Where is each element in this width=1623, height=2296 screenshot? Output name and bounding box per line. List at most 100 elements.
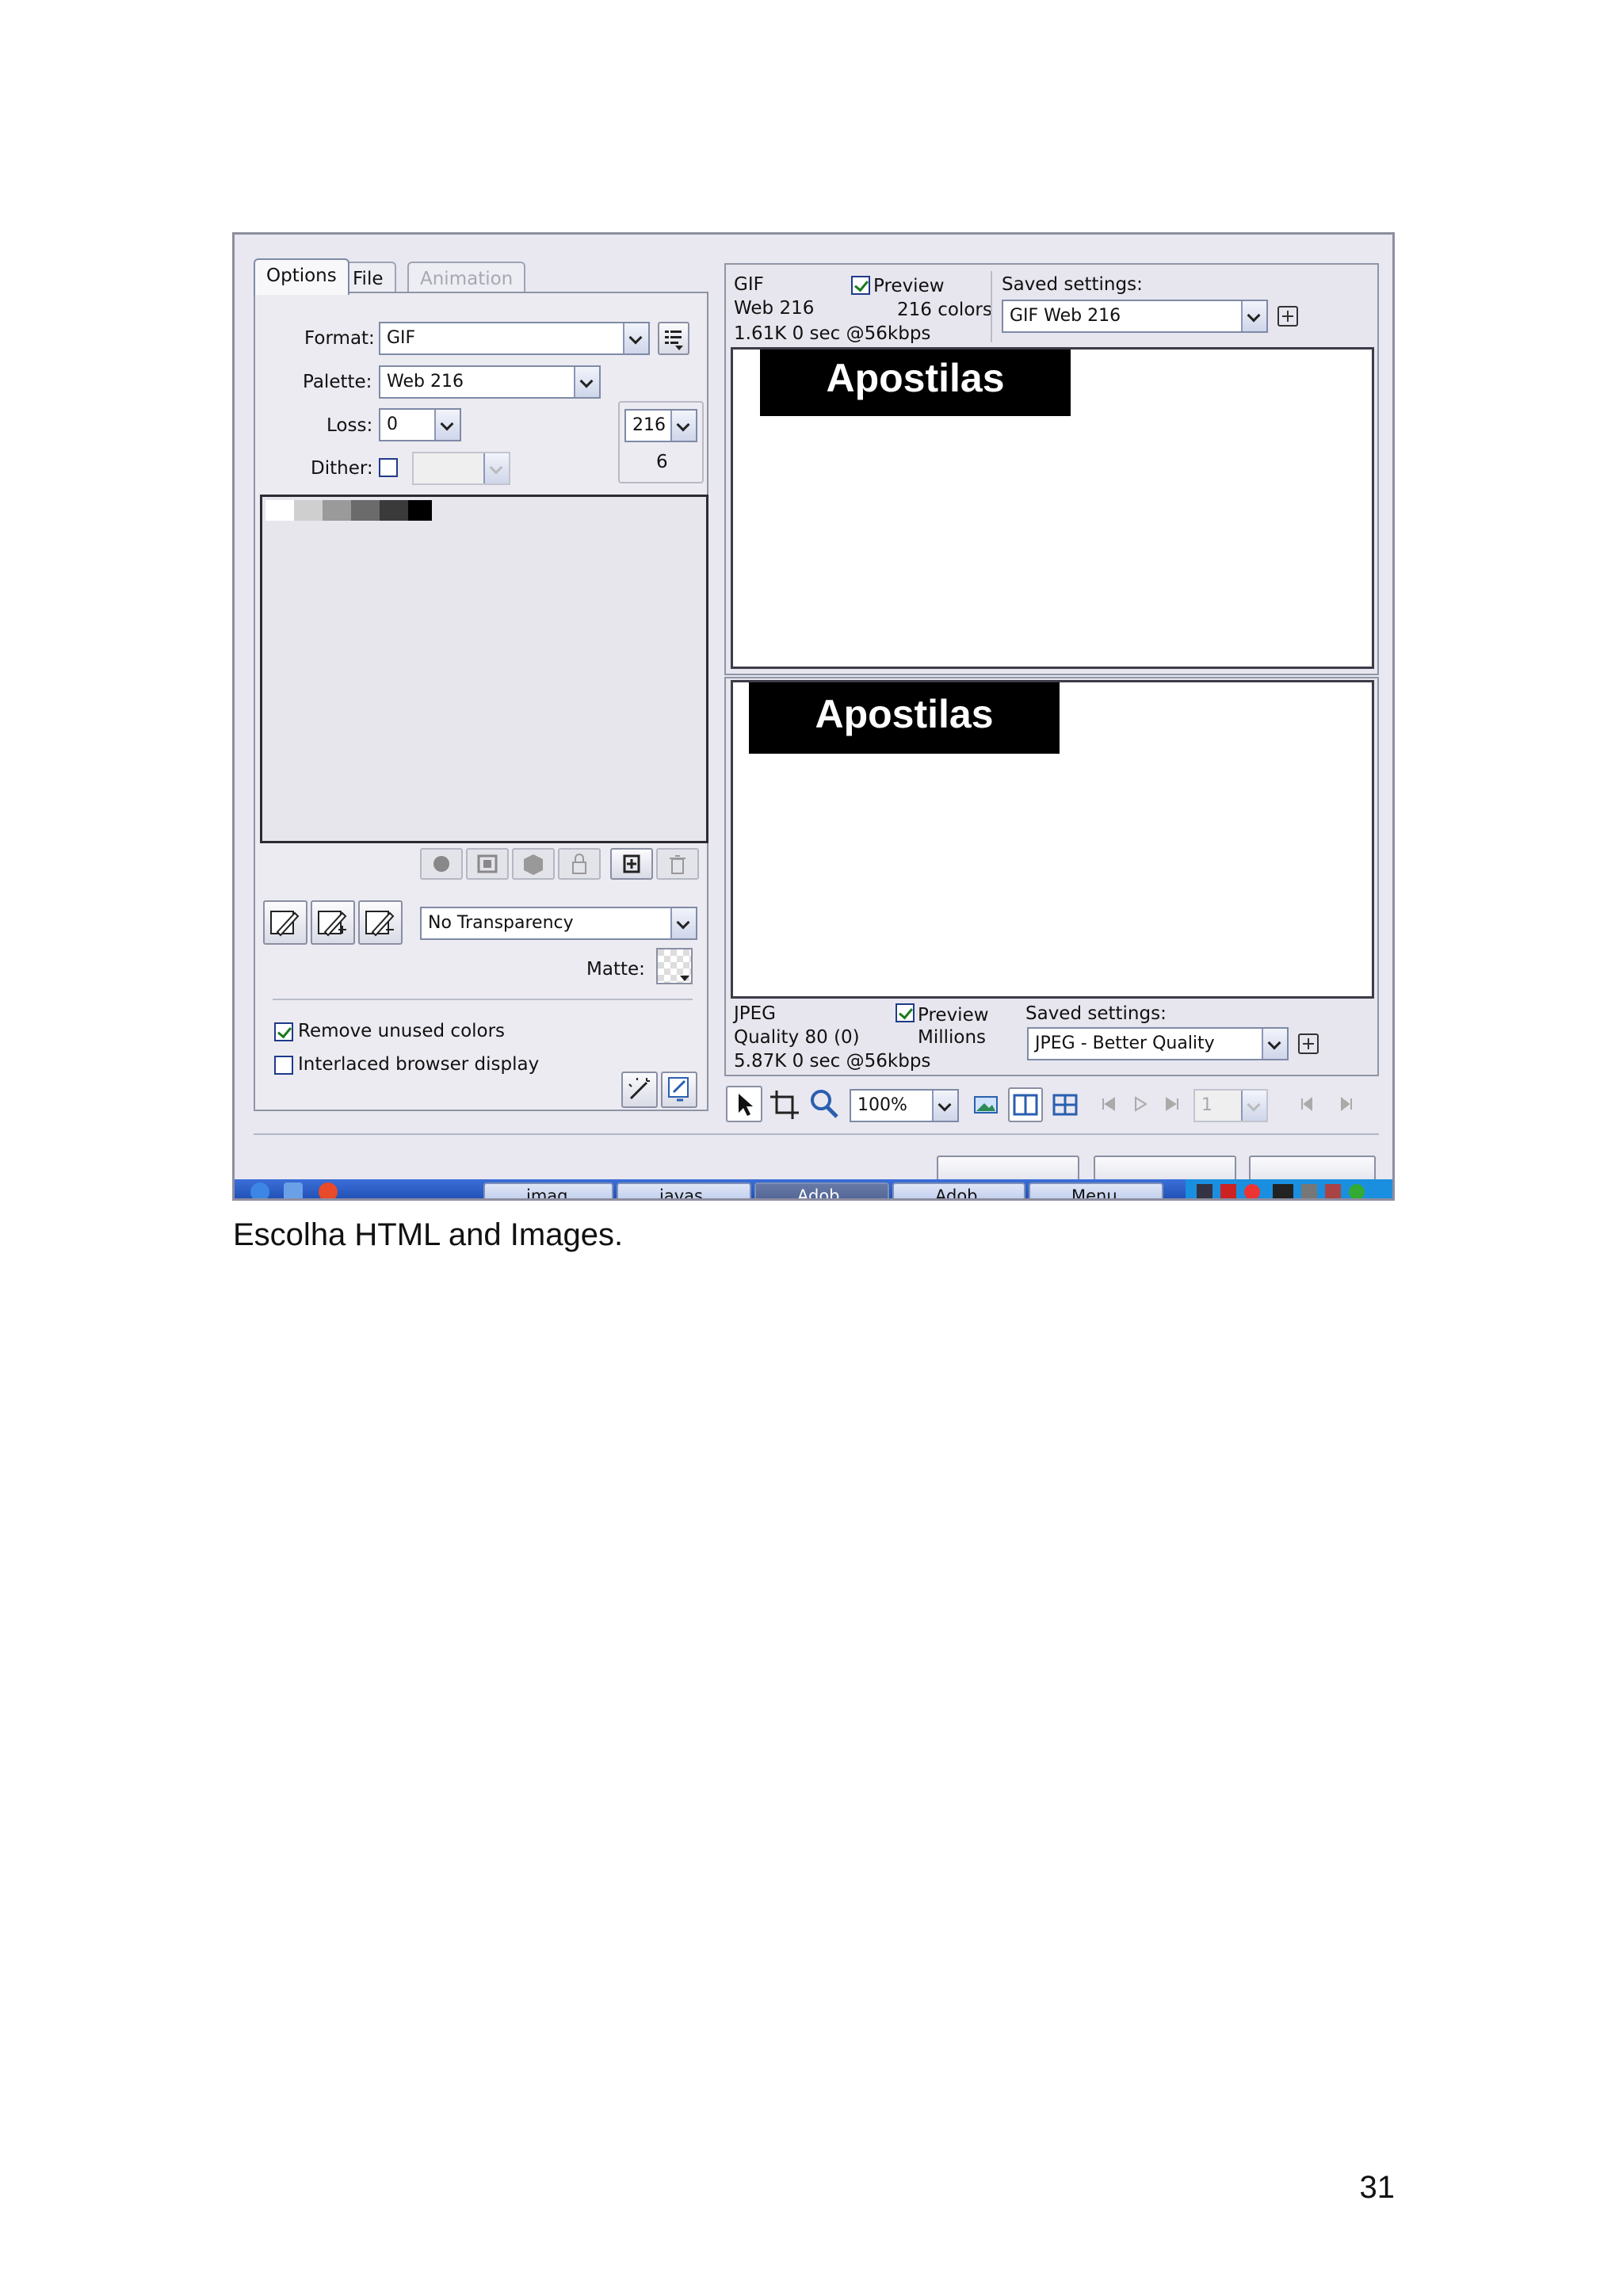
crop-tool-button[interactable] <box>767 1086 802 1122</box>
jpeg-quality: Quality 80 (0) <box>734 1027 860 1048</box>
tray-icon[interactable] <box>1244 1184 1260 1198</box>
lock-icon <box>572 854 586 874</box>
add-preset-icon[interactable] <box>1277 306 1298 327</box>
frame-select[interactable]: 1 <box>1193 1089 1268 1122</box>
gif-format: GIF <box>734 274 764 295</box>
lock-color-button[interactable] <box>420 848 463 880</box>
delete-color-button[interactable] <box>656 848 699 880</box>
chevron-down-icon[interactable] <box>574 367 599 397</box>
previous-frame-icon[interactable] <box>1295 1092 1319 1116</box>
swatch[interactable] <box>380 500 408 521</box>
export-dialog-screenshot: Options File Animation Format: GIF Palet… <box>232 232 1395 1201</box>
taskbar-item[interactable]: imag <box>483 1182 613 1198</box>
chevron-down-icon[interactable] <box>434 410 460 440</box>
palette-menu-button[interactable] <box>658 322 689 355</box>
tray-icon[interactable] <box>1349 1184 1365 1198</box>
play-icon[interactable] <box>1128 1092 1152 1116</box>
jpeg-preview-checkbox[interactable] <box>896 1003 915 1022</box>
wizard-button[interactable] <box>621 1072 658 1108</box>
dither-amount[interactable] <box>412 452 510 485</box>
palette-label: Palette: <box>303 372 372 392</box>
add-transparency-button[interactable] <box>311 900 355 945</box>
eyedropper-icon <box>270 911 300 937</box>
loss-label: Loss: <box>327 415 373 436</box>
remove-transparency-button[interactable] <box>358 900 403 945</box>
triangle-down-icon <box>680 976 689 981</box>
matte-label: Matte: <box>586 959 645 980</box>
cube-icon <box>524 854 543 875</box>
tab-options[interactable]: Options <box>254 258 349 295</box>
jpeg-saved-settings-select[interactable]: JPEG - Better Quality <box>1027 1027 1289 1060</box>
taskbar-item[interactable]: Menu <box>1029 1182 1163 1198</box>
lock-button[interactable] <box>558 848 601 880</box>
tray-icon[interactable] <box>1325 1184 1341 1198</box>
matte-swatch[interactable] <box>656 948 693 984</box>
media-player-icon[interactable] <box>319 1182 338 1198</box>
eyedropper-minus-icon <box>365 911 395 937</box>
taskbar: imag javas Adob Adob Menu <box>235 1179 1392 1198</box>
jpeg-saved-settings-value: JPEG - Better Quality <box>1035 1033 1215 1053</box>
jpeg-stats: 5.87K 0 sec @56kbps <box>734 1051 931 1072</box>
gif-preview-image[interactable]: Apostilas <box>731 347 1374 669</box>
frame-value: 1 <box>1201 1095 1212 1115</box>
colors-select[interactable]: 216 <box>624 409 697 442</box>
pointer-icon <box>739 1094 753 1116</box>
swatch[interactable] <box>408 500 432 521</box>
optimize-size-button[interactable] <box>661 1072 697 1108</box>
transparency-select[interactable]: No Transparency <box>420 907 697 940</box>
swatch[interactable] <box>265 500 294 521</box>
remove-unused-checkbox[interactable] <box>274 1022 293 1041</box>
transparent-button[interactable] <box>512 848 555 880</box>
gif-preview-label: Preview <box>873 276 945 296</box>
gif-stats: 1.61K 0 sec @56kbps <box>734 323 931 344</box>
chevron-down-icon[interactable] <box>932 1091 957 1121</box>
tray-icon[interactable] <box>1220 1184 1236 1198</box>
chevron-down-icon[interactable] <box>670 908 696 938</box>
web-snap-button[interactable] <box>466 848 509 880</box>
transparency-value: No Transparency <box>428 913 574 933</box>
gif-saved-settings-select[interactable]: GIF Web 216 <box>1002 300 1268 333</box>
ie-icon[interactable] <box>250 1182 269 1198</box>
signal-icon[interactable] <box>1273 1184 1293 1198</box>
swatch[interactable] <box>294 500 323 521</box>
taskbar-item[interactable]: Adob <box>892 1182 1025 1198</box>
taskbar-item[interactable]: Adob <box>754 1182 889 1198</box>
dither-checkbox[interactable] <box>379 458 398 477</box>
single-view-button[interactable] <box>970 1089 1002 1121</box>
palette-select[interactable]: Web 216 <box>379 365 601 399</box>
pointer-tool-button[interactable] <box>726 1086 762 1122</box>
desktop-icon[interactable] <box>284 1182 303 1198</box>
last-frame-icon[interactable] <box>1160 1092 1184 1116</box>
two-up-view-button[interactable] <box>1008 1087 1043 1122</box>
tab-animation[interactable]: Animation <box>407 262 526 293</box>
jpeg-preview-image[interactable]: Apostilas <box>731 680 1374 999</box>
interlaced-checkbox[interactable] <box>274 1056 293 1075</box>
format-select[interactable]: GIF <box>379 322 650 355</box>
swatch[interactable] <box>323 500 351 521</box>
four-up-view-button[interactable] <box>1049 1089 1081 1121</box>
zoom-tool-button[interactable] <box>807 1086 842 1122</box>
gif-preview-checkbox[interactable] <box>851 276 870 295</box>
next-frame-icon[interactable] <box>1335 1092 1358 1116</box>
palette-swatch-area[interactable] <box>260 495 708 843</box>
chevron-down-icon[interactable] <box>670 411 696 441</box>
select-transparency-button[interactable] <box>263 900 307 945</box>
first-frame-icon[interactable] <box>1097 1092 1121 1116</box>
add-preset-icon[interactable] <box>1298 1033 1319 1054</box>
loss-input[interactable]: 0 <box>379 408 461 441</box>
colors-value: 216 <box>632 415 666 435</box>
chevron-down-icon[interactable] <box>1241 301 1266 331</box>
tray-icon[interactable] <box>1197 1184 1212 1198</box>
chevron-down-icon[interactable] <box>1262 1029 1287 1059</box>
system-tray <box>1186 1179 1392 1198</box>
jpeg-saved-settings-label: Saved settings: <box>1025 1003 1167 1024</box>
add-color-button[interactable] <box>610 848 653 880</box>
swatch[interactable] <box>351 500 380 521</box>
zoom-select[interactable]: 100% <box>850 1089 959 1122</box>
colors-count: 6 <box>656 452 668 472</box>
taskbar-item[interactable]: javas <box>617 1182 751 1198</box>
chevron-down-icon[interactable] <box>623 323 648 353</box>
chevron-down-icon <box>483 453 509 483</box>
two-up-icon <box>1013 1094 1038 1116</box>
tray-icon[interactable] <box>1301 1184 1317 1198</box>
